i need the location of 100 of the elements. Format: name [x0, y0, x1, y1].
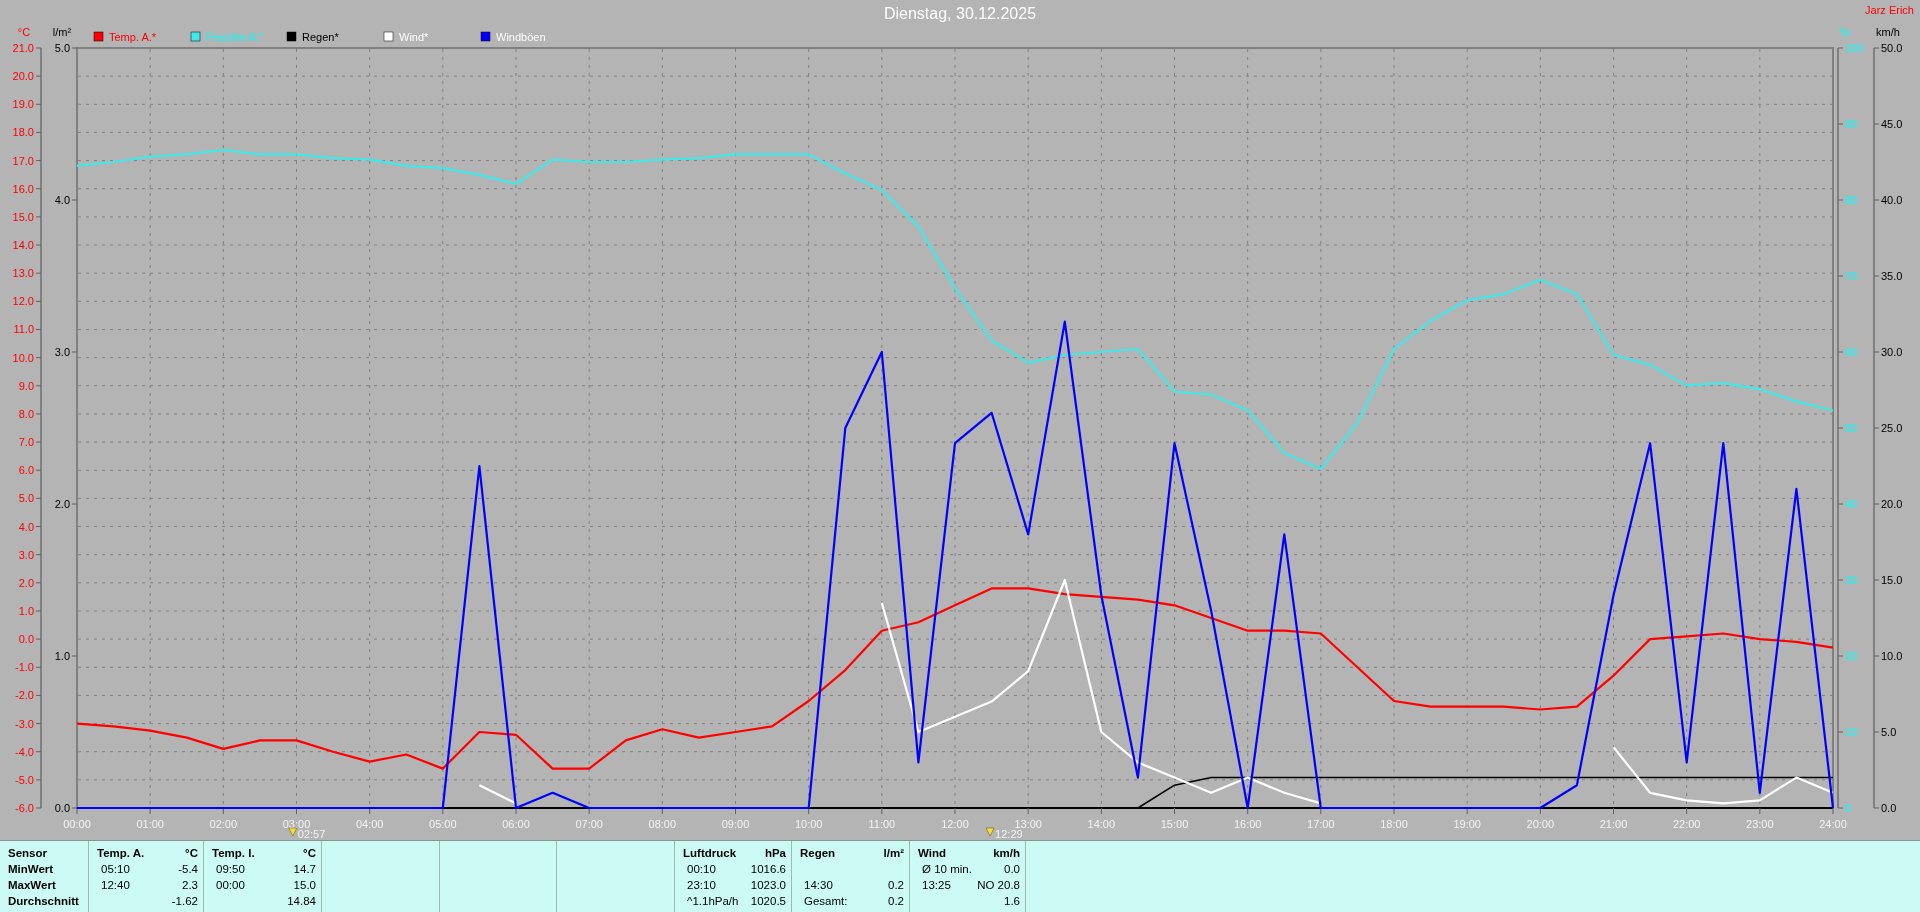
axis-label: 20.0 — [12, 70, 34, 83]
axis-label: 16.0 — [12, 182, 34, 195]
row-label: MinWert — [8, 862, 55, 877]
axis-label: 19.0 — [12, 98, 34, 111]
axis-label: 30 — [1845, 574, 1858, 586]
table-cell-text: -1.62 — [171, 894, 198, 909]
axis-label: 70 — [1845, 270, 1858, 282]
axis-label: 35.0 — [1881, 270, 1903, 282]
axis-label: -3.0 — [15, 717, 34, 730]
legend-label: Feuchte A.* — [206, 31, 263, 43]
axis-label: -1.0 — [15, 661, 34, 674]
x-axis-label: 15:00 — [1160, 818, 1189, 830]
axis-label: 15.0 — [12, 210, 34, 223]
x-axis-label: 00:00 — [63, 818, 91, 830]
axis-label: 0.0 — [1881, 802, 1897, 814]
column-header: Wind — [918, 846, 946, 861]
x-axis-label: 23:00 — [1746, 818, 1774, 830]
x-axis-label: 05:00 — [429, 818, 457, 830]
table-cell-text: 09:50 — [215, 862, 245, 877]
table-cell-text: Ø 10 min. — [921, 862, 972, 877]
x-axis-label: 17:00 — [1307, 818, 1335, 830]
marker-label: 12:29 — [995, 828, 1023, 840]
table-cell-text: 15.0 — [293, 878, 316, 893]
x-axis-label: 14:00 — [1087, 818, 1116, 830]
axis-unit: km/h — [1876, 26, 1900, 38]
table-cell-text: 1023.0 — [750, 878, 786, 893]
table-cell-text: ^1.1hPa/h — [686, 894, 739, 909]
table-cell-text: 13:25 — [921, 878, 951, 893]
axis-label: 10.0 — [12, 351, 34, 364]
legend-label: Wind* — [399, 31, 429, 43]
axis-label: 15.0 — [1881, 574, 1903, 586]
axis-label: 12.0 — [12, 295, 34, 308]
table-cell-text: 00:10 — [686, 862, 716, 877]
x-axis-label: 16:00 — [1233, 818, 1262, 830]
axis-label: 50.0 — [1881, 42, 1903, 54]
table-cell-text: -5.4 — [178, 862, 198, 877]
row-label: MaxWert — [8, 878, 57, 893]
x-axis-label: 02:00 — [209, 818, 238, 830]
axis-label: 0.0 — [54, 802, 70, 814]
axis-label: 21.0 — [12, 42, 34, 54]
table-cell-text: 2.3 — [182, 878, 198, 893]
column-header: Luftdruck — [683, 846, 737, 861]
axis-label: 20.0 — [1881, 498, 1903, 510]
chart-title: Dienstag, 30.12.2025 — [883, 5, 1037, 22]
x-axis-label: 07:00 — [575, 818, 603, 830]
axis-label: 0 — [1845, 802, 1852, 814]
x-axis-label: 22:00 — [1672, 818, 1701, 830]
row-label: Durchschnitt — [8, 894, 80, 909]
axis-label: 100 — [1845, 42, 1864, 54]
table-cell-text: 14.7 — [293, 862, 316, 877]
axis-label: -4.0 — [15, 745, 34, 758]
x-axis-label: 08:00 — [648, 818, 677, 830]
axis-label: 14.0 — [12, 239, 34, 252]
axis-label: 2.0 — [18, 576, 34, 589]
axis-label: 45.0 — [1881, 118, 1903, 130]
column-unit: hPa — [764, 846, 786, 861]
axis-unit: l/m² — [52, 26, 72, 38]
table-cell-text: 0.0 — [1004, 862, 1020, 877]
column-unit: l/m² — [883, 846, 904, 861]
x-axis-label: 09:00 — [721, 818, 750, 830]
x-axis-label: 20:00 — [1526, 818, 1555, 830]
table-cell-text: NO 20.8 — [977, 878, 1020, 893]
column-header: Regen — [800, 846, 836, 861]
axis-label: 6.0 — [18, 464, 34, 477]
axis-label: 4.0 — [54, 194, 70, 206]
axis-label: 3.0 — [18, 548, 34, 561]
axis-label: 17.0 — [12, 154, 34, 167]
legend-label: Temp. A.* — [109, 31, 157, 43]
axis-label: 3.0 — [54, 346, 70, 358]
axis-label: 80 — [1845, 194, 1858, 206]
axis-label: 13.0 — [12, 267, 34, 280]
axis-label: 40 — [1845, 498, 1858, 510]
axis-label: 20 — [1845, 650, 1858, 662]
axis-label: 5.0 — [18, 492, 34, 505]
column-header: Temp. I. — [212, 846, 255, 861]
axis-label: 25.0 — [1881, 422, 1903, 434]
marker-icon — [288, 827, 298, 837]
x-axis-label: 19:00 — [1453, 818, 1481, 830]
row-label: Sensor — [8, 846, 48, 861]
marker-label: 02:57 — [297, 828, 326, 840]
table-cell-text: 14.84 — [287, 894, 316, 909]
x-axis-label: 12:00 — [941, 818, 969, 830]
table-cell-text: 0.2 — [888, 894, 904, 909]
table-cell-text: 0.2 — [888, 878, 904, 893]
axis-label: 90 — [1845, 118, 1858, 130]
x-axis-label: 11:00 — [868, 818, 896, 830]
legend-label: Regen* — [302, 31, 339, 43]
axis-label: 8.0 — [18, 407, 34, 420]
column-unit: °C — [185, 846, 198, 861]
column-unit: km/h — [993, 846, 1020, 861]
marker-icon — [985, 827, 995, 837]
x-axis-label: 21:00 — [1599, 818, 1628, 830]
axis-label: 1.0 — [18, 604, 34, 617]
axis-label: -5.0 — [15, 773, 34, 786]
x-axis-label: 03:00 — [282, 818, 311, 830]
axis-unit: °C — [17, 26, 31, 38]
table-cell-text: 05:10 — [100, 862, 130, 877]
table-cell-text: 12:40 — [100, 878, 130, 893]
axis-label: 2.0 — [54, 498, 70, 510]
x-axis-label: 24:00 — [1819, 818, 1847, 830]
